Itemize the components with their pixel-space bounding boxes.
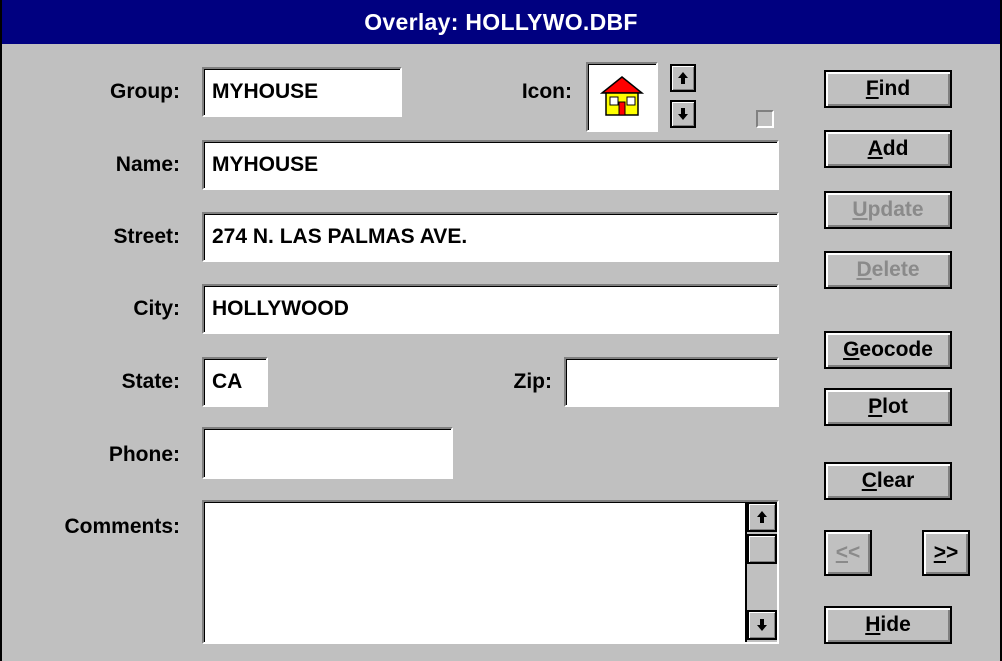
title-bar: Overlay: HOLLYWO.DBF xyxy=(2,0,1000,44)
prev-label: < xyxy=(848,541,861,564)
phone-label: Phone: xyxy=(108,443,180,466)
scroll-up-button[interactable] xyxy=(747,502,777,532)
delete-label: elete xyxy=(871,258,920,281)
find-button[interactable]: Find xyxy=(824,70,952,108)
city-label: City: xyxy=(133,297,180,320)
prev-mnemonic: < xyxy=(835,541,848,564)
phone-field[interactable] xyxy=(202,427,453,479)
update-button[interactable]: Update xyxy=(824,191,952,229)
scroll-thumb[interactable] xyxy=(747,534,777,564)
group-field[interactable]: MYHOUSE xyxy=(202,67,402,117)
hide-label: ide xyxy=(880,613,911,636)
icon-prev-button[interactable] xyxy=(670,64,696,92)
comments-scrollbar[interactable] xyxy=(745,502,777,642)
overlay-window: Overlay: HOLLYWO.DBF Group: MYHOUSE Icon… xyxy=(0,0,1002,661)
hide-button[interactable]: Hide xyxy=(824,606,952,644)
hide-mnemonic: H xyxy=(865,613,881,636)
icon-label: Icon: xyxy=(521,80,572,103)
geocode-button[interactable]: Geocode xyxy=(824,331,952,369)
next-mnemonic: > xyxy=(933,541,946,564)
window-title: Overlay: HOLLYWO.DBF xyxy=(364,8,638,35)
zip-label: Zip: xyxy=(513,370,552,393)
plot-button[interactable]: Plot xyxy=(824,388,952,426)
add-mnemonic: A xyxy=(867,137,883,160)
delete-button[interactable]: Delete xyxy=(824,251,952,289)
house-icon xyxy=(599,76,645,116)
name-field[interactable]: MYHOUSE xyxy=(202,140,779,190)
arrow-up-icon xyxy=(678,72,688,84)
icon-next-button[interactable] xyxy=(670,100,696,128)
arrow-up-icon xyxy=(757,511,767,523)
comments-label: Comments: xyxy=(64,515,180,538)
group-label: Group: xyxy=(110,80,180,103)
update-label: pdate xyxy=(867,198,924,221)
delete-mnemonic: D xyxy=(856,258,872,281)
geocode-mnemonic: G xyxy=(843,338,860,361)
zip-field[interactable] xyxy=(564,357,779,407)
update-mnemonic: U xyxy=(852,198,868,221)
plot-label: lot xyxy=(882,395,908,418)
clear-button[interactable]: Clear xyxy=(824,462,952,500)
state-field[interactable]: CA xyxy=(202,357,268,407)
find-label: ind xyxy=(878,77,911,100)
clear-mnemonic: C xyxy=(861,469,877,492)
city-field[interactable]: HOLLYWOOD xyxy=(202,284,779,334)
clear-label: lear xyxy=(876,469,915,492)
icon-preview[interactable] xyxy=(586,62,658,132)
state-label: State: xyxy=(121,370,180,393)
comments-field[interactable] xyxy=(202,500,779,644)
next-label: > xyxy=(946,541,959,564)
find-mnemonic: F xyxy=(865,77,879,100)
add-button[interactable]: Add xyxy=(824,130,952,168)
scroll-down-button[interactable] xyxy=(747,610,777,640)
arrow-down-icon xyxy=(678,108,688,120)
name-label: Name: xyxy=(115,153,180,176)
icon-checkbox[interactable] xyxy=(756,110,774,128)
street-label: Street: xyxy=(113,225,180,248)
arrow-down-icon xyxy=(757,619,767,631)
plot-mnemonic: P xyxy=(868,395,883,418)
geocode-label: eocode xyxy=(859,338,933,361)
street-field[interactable]: 274 N. LAS PALMAS AVE. xyxy=(202,212,779,262)
previous-record-button[interactable]: < < xyxy=(824,530,872,576)
add-label: dd xyxy=(882,137,909,160)
next-record-button[interactable]: > > xyxy=(922,530,970,576)
